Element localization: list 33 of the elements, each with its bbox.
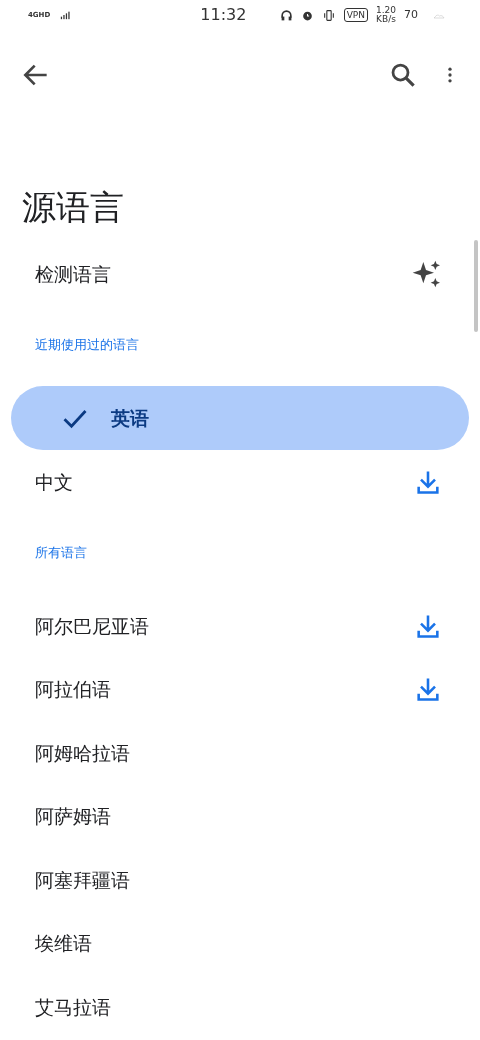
item-label: 阿姆哈拉语 — [35, 740, 130, 766]
section-heading: 所有语言 — [35, 544, 88, 562]
item-label: 检测语言 — [35, 261, 111, 287]
language-item[interactable]: 艾马拉语 — [0, 975, 480, 1039]
item-label: 英语 — [111, 405, 149, 431]
language-item[interactable]: 阿萨姆语 — [0, 784, 480, 848]
vpn-indicator: VPN — [343, 8, 368, 22]
language-item[interactable]: 阿姆哈拉语 — [0, 721, 480, 785]
battery-level: 70 — [404, 6, 418, 23]
language-item[interactable]: 阿拉伯语 — [0, 657, 480, 721]
scroll-bar[interactable] — [474, 240, 478, 332]
item-label: 阿尔巴尼亚语 — [35, 613, 149, 639]
language-item[interactable]: 埃维语 — [0, 911, 480, 975]
speed-unit: KB/s — [375, 15, 396, 24]
item-label: 艾马拉语 — [35, 994, 111, 1020]
vibrate-icon — [321, 8, 336, 22]
detect-language-item[interactable]: 检测语言 — [0, 242, 480, 306]
item-label: 阿拉伯语 — [35, 677, 111, 702]
selected-language-item[interactable]: 英语 — [11, 386, 469, 450]
item-label: 埃维语 — [35, 931, 92, 956]
clock-time: 11:32 — [200, 4, 247, 26]
language-item[interactable]: 阿尔巴尼亚语 — [0, 594, 480, 658]
headphones-icon — [279, 8, 293, 22]
network-speed: 1.20 — [375, 6, 396, 15]
item-label: 阿萨姆语 — [35, 804, 111, 829]
signal-icon — [58, 10, 73, 20]
page-title: 源语言 — [22, 186, 125, 229]
language-item[interactable]: 阿塞拜疆语 — [0, 848, 480, 912]
item-label: 阿塞拜疆语 — [35, 867, 130, 893]
sparkle-icon — [410, 258, 442, 290]
section-heading: 近期使用过的语言 — [35, 336, 140, 354]
language-item[interactable]: 中文 — [0, 450, 480, 514]
item-label: 中文 — [35, 469, 73, 495]
